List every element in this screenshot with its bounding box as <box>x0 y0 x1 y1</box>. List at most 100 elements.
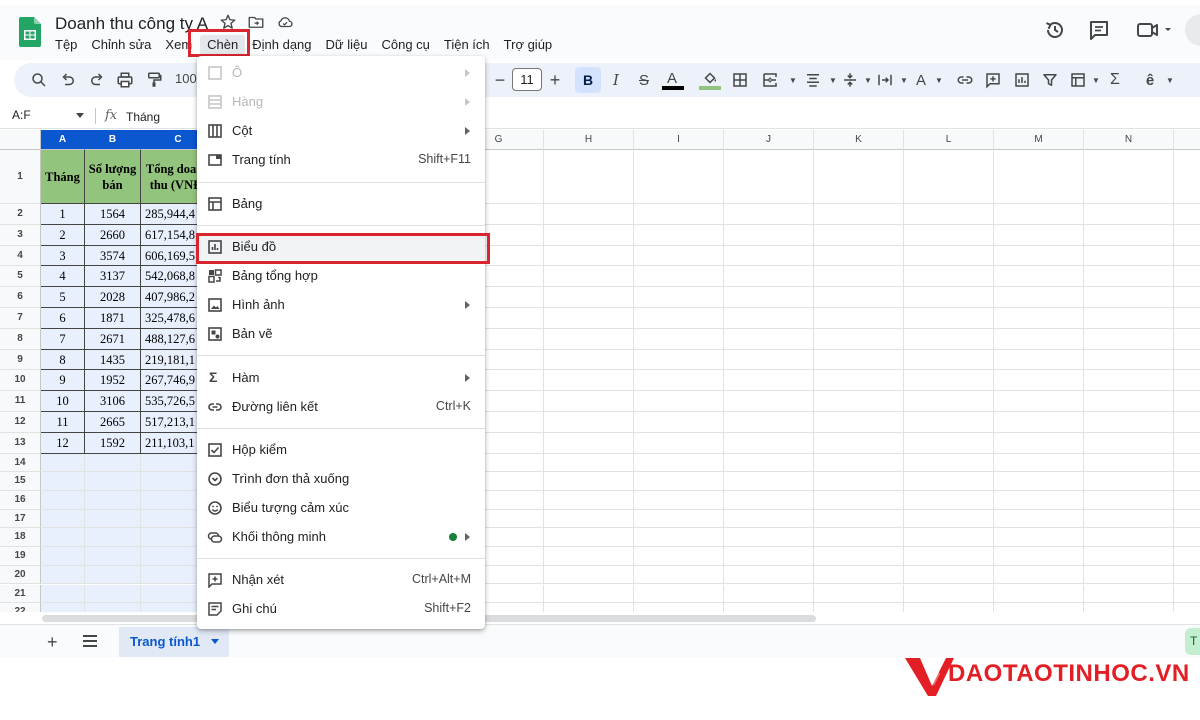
input-tools-icon[interactable]: ê <box>1140 70 1160 90</box>
text-rotation-icon[interactable]: A <box>911 70 931 90</box>
empty-cell[interactable] <box>634 603 724 612</box>
menu-file[interactable]: Tệp <box>48 35 84 55</box>
empty-cell[interactable] <box>904 453 994 473</box>
empty-cell[interactable] <box>1084 432 1174 454</box>
empty-cell[interactable] <box>1084 509 1174 529</box>
empty-cell[interactable] <box>994 287 1084 308</box>
empty-cell[interactable] <box>544 472 634 491</box>
empty-cell[interactable] <box>904 266 994 288</box>
empty-cell[interactable] <box>544 287 634 308</box>
empty-cell[interactable] <box>1084 370 1174 392</box>
empty-cell[interactable] <box>814 432 904 454</box>
empty-cell[interactable] <box>814 308 904 329</box>
empty-cell[interactable] <box>904 245 994 267</box>
empty-cell[interactable] <box>814 412 904 433</box>
column-header-k[interactable]: K <box>814 130 904 150</box>
data-cell-b[interactable]: 1952 <box>85 370 141 392</box>
print-icon[interactable] <box>115 70 135 90</box>
empty-cell[interactable] <box>1084 245 1174 267</box>
empty-cell[interactable] <box>724 370 814 392</box>
empty-cell[interactable] <box>85 509 141 529</box>
empty-cell[interactable] <box>904 432 994 454</box>
empty-cell[interactable] <box>814 349 904 371</box>
empty-cell[interactable] <box>544 370 634 392</box>
empty-cell[interactable] <box>994 266 1084 288</box>
row-header[interactable]: 18 <box>0 528 41 548</box>
empty-cell[interactable] <box>724 472 814 491</box>
row-header[interactable]: 21 <box>0 584 41 604</box>
empty-cell[interactable] <box>634 453 724 473</box>
data-cell-b[interactable]: 3106 <box>85 391 141 412</box>
empty-cell[interactable] <box>634 287 724 308</box>
menu-help[interactable]: Trợ giúp <box>497 35 560 55</box>
empty-cell[interactable] <box>904 308 994 329</box>
empty-cell[interactable] <box>724 266 814 288</box>
empty-cell[interactable] <box>1174 329 1200 350</box>
bold-button[interactable]: B <box>575 67 601 93</box>
insert-menu-item-row[interactable]: Hàng <box>197 89 485 115</box>
empty-cell[interactable] <box>814 224 904 246</box>
empty-cell[interactable] <box>1174 566 1200 585</box>
font-size-input[interactable]: 11 <box>512 68 542 91</box>
decrease-font-size-button[interactable]: − <box>490 70 510 90</box>
fill-color-icon[interactable] <box>700 68 720 88</box>
empty-cell[interactable] <box>1084 204 1174 225</box>
empty-cell[interactable] <box>1174 528 1200 548</box>
empty-cell[interactable] <box>994 391 1084 412</box>
data-cell-b[interactable]: 2671 <box>85 328 141 350</box>
horizontal-align-icon[interactable] <box>803 70 823 90</box>
empty-cell[interactable] <box>994 453 1084 473</box>
empty-cell[interactable] <box>904 287 994 308</box>
empty-cell[interactable] <box>994 509 1084 529</box>
insert-menu-item-pivot-table[interactable]: Bảng tổng hợp <box>197 263 485 289</box>
menu-format[interactable]: Định dạng <box>245 35 318 55</box>
empty-cell[interactable] <box>85 565 141 585</box>
data-cell-a[interactable]: 7 <box>41 328 85 350</box>
row-header[interactable]: 4 <box>0 245 41 267</box>
empty-cell[interactable] <box>544 491 634 510</box>
select-all-corner[interactable] <box>0 130 41 150</box>
empty-cell[interactable] <box>1084 150 1174 204</box>
empty-cell[interactable] <box>994 150 1084 204</box>
column-header-l[interactable]: L <box>904 130 994 150</box>
header-cell-b[interactable]: Số lượng bán <box>85 150 141 204</box>
empty-cell[interactable] <box>544 603 634 612</box>
empty-cell[interactable] <box>724 349 814 371</box>
empty-cell[interactable] <box>1174 150 1200 204</box>
all-sheets-icon[interactable] <box>82 634 98 648</box>
row-header[interactable]: 10 <box>0 370 41 392</box>
empty-cell[interactable] <box>634 349 724 371</box>
empty-cell[interactable] <box>994 328 1084 350</box>
empty-cell[interactable] <box>994 432 1084 454</box>
empty-cell[interactable] <box>814 391 904 412</box>
empty-cell[interactable] <box>1084 391 1174 412</box>
empty-cell[interactable] <box>994 370 1084 392</box>
empty-cell[interactable] <box>544 412 634 433</box>
empty-cell[interactable] <box>634 528 724 548</box>
empty-cell[interactable] <box>1174 287 1200 308</box>
insert-menu-item-table[interactable]: Bảng <box>197 191 485 217</box>
data-cell-a[interactable]: 12 <box>41 432 85 454</box>
empty-cell[interactable] <box>1174 225 1200 246</box>
empty-cell[interactable] <box>41 472 85 491</box>
empty-cell[interactable] <box>634 432 724 454</box>
data-cell-a[interactable]: 10 <box>41 391 85 412</box>
empty-cell[interactable] <box>544 391 634 412</box>
empty-cell[interactable] <box>994 528 1084 548</box>
empty-cell[interactable] <box>814 528 904 548</box>
empty-cell[interactable] <box>904 412 994 433</box>
empty-cell[interactable] <box>724 603 814 612</box>
row-header[interactable]: 5 <box>0 266 41 288</box>
empty-cell[interactable] <box>904 584 994 604</box>
insert-link-icon[interactable] <box>955 70 975 90</box>
text-wrapping-icon[interactable] <box>875 70 895 90</box>
empty-cell[interactable] <box>634 245 724 267</box>
add-sheet-button[interactable]: + <box>47 632 58 653</box>
empty-cell[interactable] <box>994 224 1084 246</box>
comments-icon[interactable] <box>1087 18 1111 42</box>
empty-cell[interactable] <box>1174 454 1200 473</box>
empty-cell[interactable] <box>1174 412 1200 433</box>
row-header[interactable]: 13 <box>0 432 41 454</box>
empty-cell[interactable] <box>41 584 85 604</box>
empty-cell[interactable] <box>724 584 814 604</box>
